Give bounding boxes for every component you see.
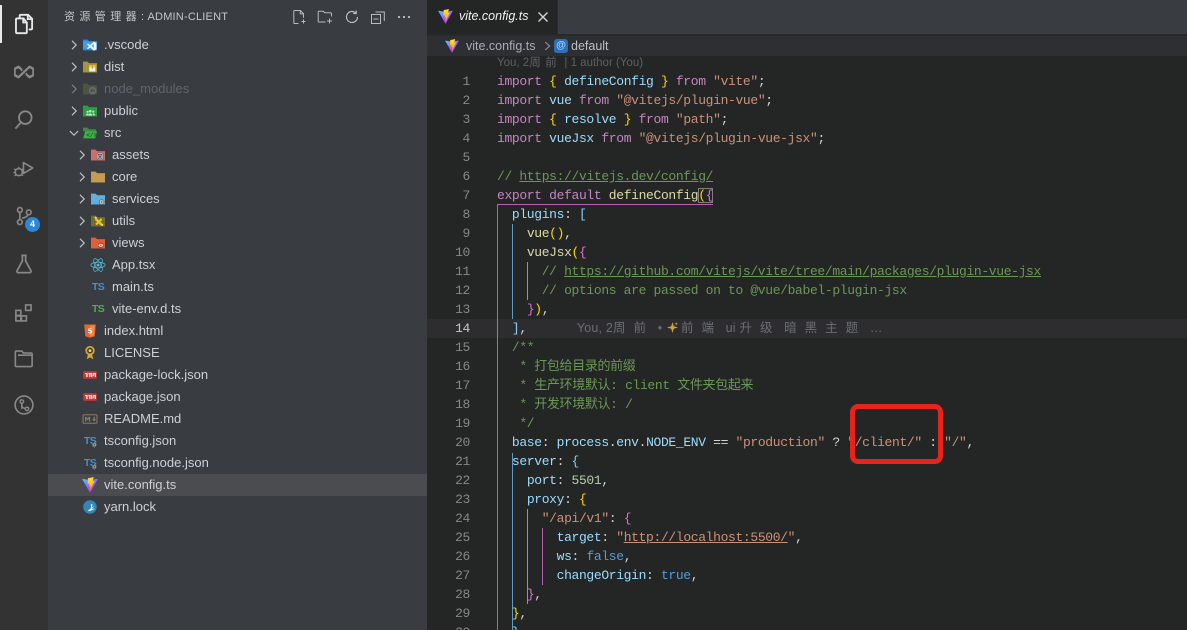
svg-text:5: 5 [88,327,92,336]
svg-text:</>: </> [86,132,97,139]
